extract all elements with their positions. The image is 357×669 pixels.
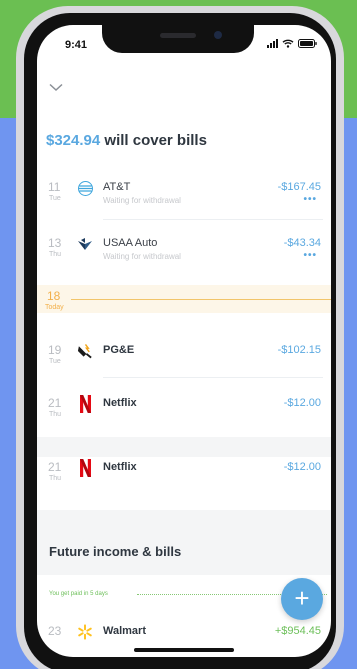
list-item-amount: +$954.45 bbox=[274, 625, 321, 637]
list-item-day: 19 bbox=[48, 343, 62, 357]
speaker-grille bbox=[160, 33, 196, 38]
list-item-name: AT&T bbox=[103, 181, 131, 193]
wifi-icon bbox=[282, 39, 294, 48]
list-item-weekday: Thu bbox=[49, 475, 62, 482]
list-item-name: PG&E bbox=[103, 344, 135, 356]
page-title-text: will cover bills bbox=[100, 132, 207, 149]
pge-logo-icon bbox=[77, 343, 93, 359]
list-item-day: 11 bbox=[48, 180, 61, 194]
phone-notch bbox=[102, 25, 254, 53]
list-item-name: Netflix bbox=[103, 397, 137, 409]
walmart-logo-icon bbox=[77, 624, 93, 640]
section-gap bbox=[37, 437, 331, 457]
att-logo-icon bbox=[77, 180, 93, 196]
today-label: Today bbox=[45, 304, 64, 311]
battery-icon bbox=[298, 39, 317, 48]
list-item-name: USAA Auto bbox=[103, 237, 158, 249]
home-indicator bbox=[134, 648, 234, 652]
cellular-signal-icon bbox=[267, 39, 278, 48]
list-item-day: 21 bbox=[48, 396, 62, 410]
more-options-icon[interactable]: ••• bbox=[303, 250, 317, 261]
list-item-name: Walmart bbox=[103, 625, 146, 637]
list-item-amount: -$12.00 bbox=[283, 397, 321, 409]
page-title: $324.94 will cover bills bbox=[46, 132, 207, 149]
future-section-title: Future income & bills bbox=[49, 544, 182, 559]
list-item-day: 13 bbox=[48, 236, 62, 250]
list-item-amount: -$167.45 bbox=[277, 181, 321, 193]
list-item-weekday: Tue bbox=[49, 358, 61, 365]
list-item-day: 23 bbox=[48, 624, 62, 638]
netflix-logo-icon bbox=[77, 459, 93, 477]
usaa-logo-icon bbox=[77, 236, 93, 252]
list-item-status: Waiting for withdrawal bbox=[103, 196, 181, 205]
cover-amount: $324.94 bbox=[46, 132, 101, 149]
list-item-weekday: Thu bbox=[49, 411, 62, 418]
front-camera bbox=[214, 31, 222, 39]
list-item-weekday: Tue bbox=[49, 195, 61, 202]
today-line bbox=[71, 299, 331, 300]
status-time: 9:41 bbox=[65, 39, 88, 51]
future-section-header bbox=[37, 510, 331, 575]
list-item-amount: -$12.00 bbox=[283, 461, 321, 473]
list-item-name: Netflix bbox=[103, 461, 137, 473]
status-icons bbox=[267, 39, 317, 48]
app-screen: 9:41 $324.94 will cover bills 11 Tue AT&… bbox=[37, 25, 331, 657]
paid-note: You get paid in 5 days bbox=[49, 591, 108, 597]
list-item-amount: -$102.15 bbox=[277, 344, 321, 356]
divider bbox=[103, 377, 323, 378]
divider bbox=[103, 219, 323, 220]
list-item-status: Waiting for withdrawal bbox=[103, 252, 181, 261]
today-day: 18 bbox=[47, 289, 61, 303]
list-item-weekday: Thu bbox=[49, 251, 62, 258]
netflix-logo-icon bbox=[77, 395, 93, 413]
list-item-day: 21 bbox=[48, 460, 62, 474]
more-options-icon[interactable]: ••• bbox=[303, 194, 317, 205]
add-button[interactable]: + bbox=[281, 578, 323, 620]
list-item-amount: -$43.34 bbox=[283, 237, 321, 249]
chevron-down-icon[interactable] bbox=[49, 79, 63, 97]
